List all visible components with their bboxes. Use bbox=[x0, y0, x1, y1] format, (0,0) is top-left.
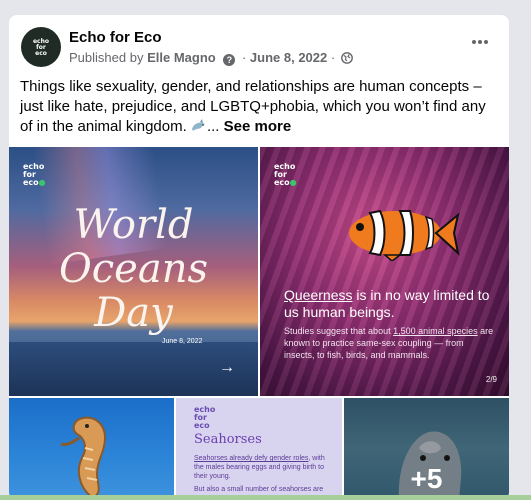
photo-seahorses-facts[interactable]: echo for eco Seahorses Seahorses already… bbox=[176, 398, 342, 500]
headline-emph: Queerness bbox=[284, 287, 353, 303]
logo-line: eco bbox=[194, 421, 210, 430]
logo-line: eco bbox=[274, 178, 290, 187]
page-name-link[interactable]: Echo for Eco bbox=[69, 29, 162, 46]
meta-separator: · bbox=[330, 50, 336, 65]
leaf-icon: ● bbox=[38, 178, 46, 187]
seahorses-text: Seahorses already defy gender roles, wit… bbox=[194, 454, 330, 481]
published-by-label: Published by bbox=[69, 50, 144, 65]
more-photos-count[interactable]: +5 bbox=[344, 463, 509, 495]
photo-queerness-clownfish[interactable]: echo for eco● Queerness is in no way lim… bbox=[260, 147, 509, 396]
logo-line: eco bbox=[23, 178, 39, 187]
globe-icon bbox=[340, 52, 353, 67]
queerness-headline: Queerness is in no way limited to us hum… bbox=[284, 287, 494, 321]
photo-more[interactable]: +5 bbox=[344, 398, 509, 500]
more-options-icon[interactable] bbox=[471, 37, 489, 44]
title-line: Oceans bbox=[58, 246, 208, 292]
meta-separator: · bbox=[241, 50, 247, 65]
echo-logo: echo for eco bbox=[194, 406, 215, 430]
seahorses-title: Seahorses bbox=[194, 432, 262, 447]
post-date-link[interactable]: June 8, 2022 bbox=[250, 50, 327, 65]
seahorses-text-2: But also a small number of seahorses are bbox=[194, 486, 324, 493]
photo-seahorse[interactable] bbox=[9, 398, 174, 500]
info-icon[interactable]: ? bbox=[223, 54, 236, 66]
seahorse-illustration bbox=[60, 416, 107, 500]
echo-logo: echo for eco● bbox=[274, 163, 297, 187]
slide-counter: 2/9 bbox=[485, 375, 497, 384]
photo-world-oceans-day[interactable]: echo for eco● World Oceans Day June 8, 2… bbox=[9, 147, 258, 396]
title-line: Day bbox=[94, 290, 173, 336]
avatar-logo-line: eco bbox=[35, 50, 47, 57]
oceans-day-title: World Oceans Day bbox=[9, 203, 258, 335]
post-meta: Published by Elle Magno ? · June 8, 2022… bbox=[69, 50, 353, 67]
leaf-icon: ● bbox=[289, 178, 297, 187]
oceans-day-date: June 8, 2022 bbox=[162, 338, 203, 345]
page-avatar[interactable]: echo for eco bbox=[21, 27, 61, 67]
seahorses-text-link: Seahorses already defy gender roles bbox=[194, 455, 309, 462]
echo-logo: echo for eco● bbox=[23, 163, 46, 187]
bottom-accent-strip bbox=[0, 495, 531, 500]
post-card: echo for eco Echo for Eco Published by E… bbox=[9, 15, 509, 500]
author-link[interactable]: Elle Magno bbox=[147, 50, 216, 65]
title-line: World bbox=[73, 202, 194, 248]
queerness-body: Studies suggest that about 1,500 animal … bbox=[284, 325, 494, 361]
clownfish-illustration bbox=[349, 209, 460, 261]
post-header: echo for eco Echo for Eco Published by E… bbox=[9, 15, 509, 75]
body-link: 1,500 animal species bbox=[393, 326, 478, 336]
body-pre: Studies suggest that about bbox=[284, 326, 394, 336]
see-more-link[interactable]: See more bbox=[224, 118, 292, 135]
dolphin-emoji bbox=[191, 119, 207, 133]
arrow-icon: → bbox=[219, 359, 235, 376]
ellipsis: ... bbox=[206, 118, 220, 135]
post-text: Things like sexuality, gender, and relat… bbox=[20, 77, 500, 137]
